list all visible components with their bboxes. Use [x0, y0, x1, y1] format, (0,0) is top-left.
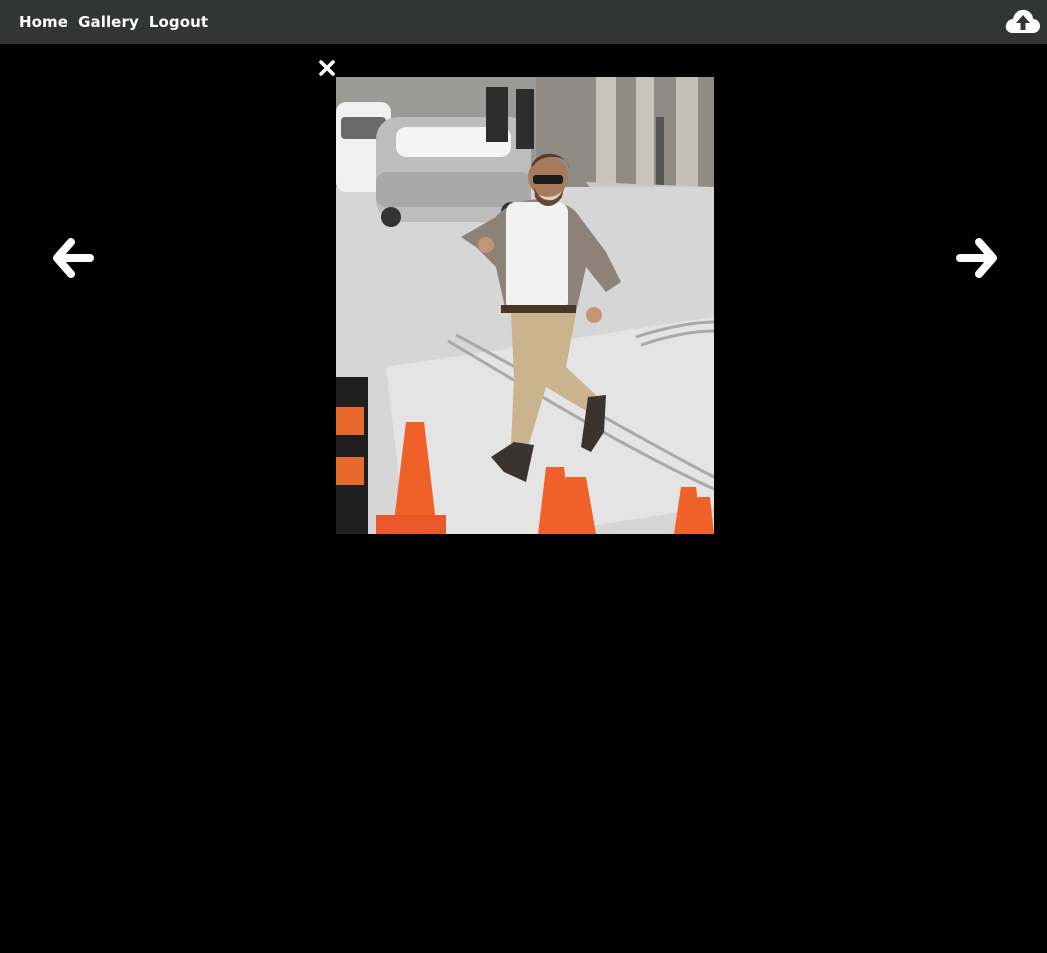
- next-image-button[interactable]: [954, 236, 998, 280]
- close-button[interactable]: [318, 59, 336, 77]
- upload-button[interactable]: [1005, 6, 1041, 36]
- top-navbar: Home Gallery Logout: [0, 0, 1047, 44]
- nav-link-home[interactable]: Home: [19, 12, 68, 32]
- arrow-left-icon: [53, 238, 94, 278]
- nav-link-gallery[interactable]: Gallery: [78, 12, 139, 32]
- nav-link-logout[interactable]: Logout: [149, 12, 208, 32]
- previous-image-button[interactable]: [52, 236, 96, 280]
- lightbox-photo: [336, 77, 714, 534]
- nav-links: Home Gallery Logout: [19, 12, 208, 32]
- photo-illustration: [336, 77, 714, 534]
- close-icon: [319, 60, 335, 76]
- arrow-right-icon: [956, 238, 997, 278]
- cloud-upload-icon: [1005, 9, 1040, 34]
